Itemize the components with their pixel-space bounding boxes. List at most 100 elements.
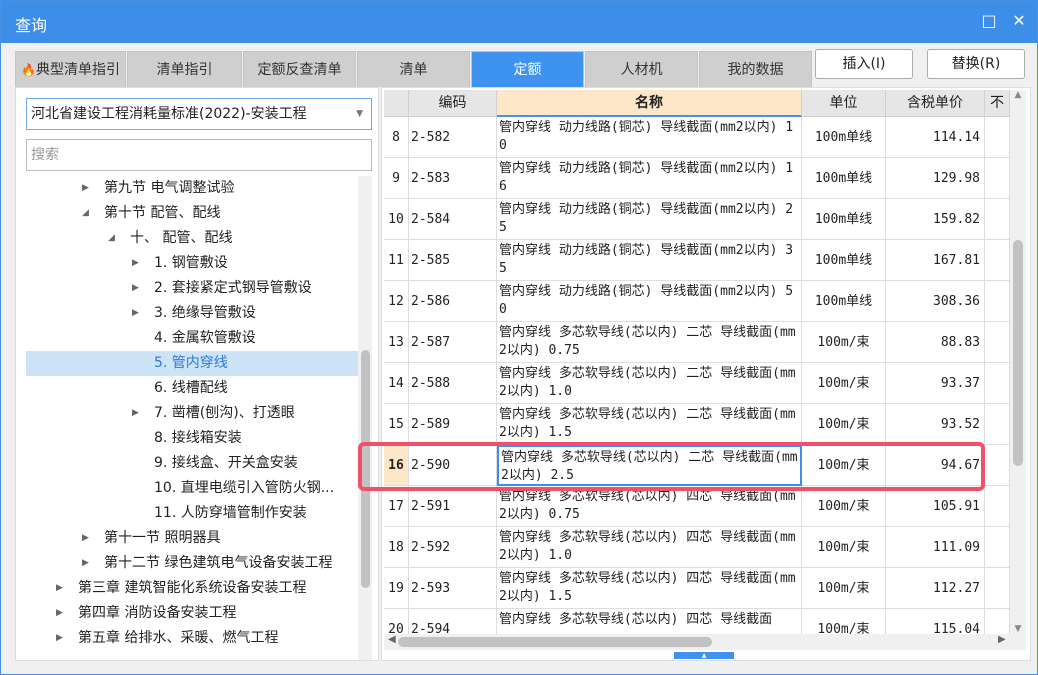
cell-code[interactable]: 2-586 bbox=[409, 281, 497, 322]
expand-icon[interactable]: ▶ bbox=[56, 601, 63, 626]
tab-1[interactable]: 清单指引 bbox=[127, 51, 242, 87]
cell-n[interactable]: 8 bbox=[384, 117, 409, 158]
tree-node[interactable]: 4. 金属软管敷设 bbox=[26, 326, 358, 351]
tab-0[interactable]: 🔥典型清单指引 bbox=[15, 51, 126, 87]
collapse-icon[interactable]: ◢ bbox=[108, 226, 115, 251]
cell-code[interactable]: 2-592 bbox=[409, 527, 497, 568]
tree-node[interactable]: ▶ 3. 绝缘导管敷设 bbox=[26, 301, 358, 326]
expand-icon[interactable]: ▶ bbox=[82, 176, 89, 201]
cell-name[interactable]: 管内穿线 多芯软导线(芯以内) 二芯 导线截面(mm2以内) 1.0 bbox=[497, 363, 802, 404]
cell-code[interactable]: 2-591 bbox=[409, 486, 497, 527]
cell-unit[interactable]: 100m/束 bbox=[802, 322, 886, 363]
expand-icon[interactable]: ▶ bbox=[132, 251, 139, 276]
cell-code[interactable]: 2-583 bbox=[409, 158, 497, 199]
close-icon[interactable]: ✕ bbox=[1007, 9, 1031, 33]
cell-price[interactable]: 93.37 bbox=[886, 363, 985, 404]
collapse-icon[interactable]: ◢ bbox=[82, 201, 89, 226]
cell-n[interactable]: 17 bbox=[384, 486, 409, 527]
tab-5[interactable]: 人材机 bbox=[585, 51, 698, 87]
cell-unit[interactable]: 100m单线 bbox=[802, 158, 886, 199]
cell-name[interactable]: 管内穿线 多芯软导线(芯以内) 四芯 导线截面(mm2以内) 0.75 bbox=[497, 486, 802, 527]
cell-unit[interactable]: 100m/束 bbox=[802, 404, 886, 445]
cell-name[interactable]: 管内穿线 多芯软导线(芯以内) 二芯 导线截面(mm2以内) 1.5 bbox=[497, 404, 802, 445]
expand-icon[interactable]: ▶ bbox=[56, 626, 63, 651]
cell-name[interactable]: 管内穿线 动力线路(铜芯) 导线截面(mm2以内) 25 bbox=[497, 199, 802, 240]
table-hscrollbar[interactable]: ◀ ▶ bbox=[384, 634, 1026, 650]
header-name[interactable]: 名称 bbox=[497, 90, 802, 117]
tree-node[interactable]: ▶ 第五章 给排水、采暖、燃气工程 bbox=[26, 626, 358, 651]
restore-icon[interactable]: □ bbox=[977, 9, 1001, 33]
cell-price[interactable]: 159.82 bbox=[886, 199, 985, 240]
cell-code[interactable]: 2-588 bbox=[409, 363, 497, 404]
tree-node[interactable]: ▶ 2. 套接紧定式钢导管敷设 bbox=[26, 276, 358, 301]
table-vscroll-thumb[interactable] bbox=[1013, 240, 1023, 466]
cell-name[interactable]: 管内穿线 动力线路(铜芯) 导线截面(mm2以内) 10 bbox=[497, 117, 802, 158]
cell-code[interactable]: 2-587 bbox=[409, 322, 497, 363]
tree-node[interactable]: 8. 接线箱安装 bbox=[26, 426, 358, 451]
cell-price[interactable]: 112.27 bbox=[886, 568, 985, 609]
cell-price[interactable]: 93.52 bbox=[886, 404, 985, 445]
scroll-up-icon[interactable]: ▲ bbox=[1010, 90, 1026, 100]
insert-button[interactable]: 插入(I) bbox=[815, 49, 913, 79]
cell-n[interactable]: 14 bbox=[384, 363, 409, 404]
cell-unit[interactable]: 100m单线 bbox=[802, 199, 886, 240]
standard-select[interactable]: 河北省建设工程消耗量标准(2022)-安装工程 ▼ bbox=[26, 98, 372, 130]
cell-n[interactable]: 11 bbox=[384, 240, 409, 281]
cell-price[interactable]: 88.83 bbox=[886, 322, 985, 363]
scroll-right-icon[interactable]: ▶ bbox=[998, 634, 1006, 645]
cell-name[interactable]: 管内穿线 动力线路(铜芯) 导线截面(mm2以内) 50 bbox=[497, 281, 802, 322]
cell-n[interactable]: 10 bbox=[384, 199, 409, 240]
cell-code[interactable]: 2-593 bbox=[409, 568, 497, 609]
expand-icon[interactable]: ▶ bbox=[82, 526, 89, 551]
expand-icon[interactable]: ▶ bbox=[132, 301, 139, 326]
cell-price[interactable]: 167.81 bbox=[886, 240, 985, 281]
cell-name[interactable]: 管内穿线 多芯软导线(芯以内) 二芯 导线截面(mm2以内) 0.75 bbox=[497, 322, 802, 363]
cell-unit[interactable]: 100m/束 bbox=[802, 527, 886, 568]
cell-code[interactable]: 2-585 bbox=[409, 240, 497, 281]
cell-n[interactable]: 18 bbox=[384, 527, 409, 568]
header-extra[interactable]: 不 bbox=[985, 90, 1010, 117]
header-code[interactable]: 编码 bbox=[409, 90, 497, 117]
scroll-down-icon[interactable]: ▼ bbox=[1010, 624, 1026, 634]
tree-node[interactable]: ▶ 1. 钢管敷设 bbox=[26, 251, 358, 276]
tree-node[interactable]: 10. 直埋电缆引入管防火钢... bbox=[26, 476, 358, 501]
tree-node[interactable]: ◢ 第十节 配管、配线 bbox=[26, 201, 358, 226]
cell-name[interactable]: 管内穿线 动力线路(铜芯) 导线截面(mm2以内) 35 bbox=[497, 240, 802, 281]
cell-n[interactable]: 12 bbox=[384, 281, 409, 322]
cell-code[interactable]: 2-582 bbox=[409, 117, 497, 158]
tree-node[interactable]: ▶ 7. 凿槽(刨沟)、打透眼 bbox=[26, 401, 358, 426]
tab-4[interactable]: 定额 bbox=[471, 51, 584, 87]
tab-6[interactable]: 我的数据 bbox=[699, 51, 812, 87]
tree-node[interactable]: 5. 管内穿线 bbox=[26, 351, 358, 376]
cell-name[interactable]: 管内穿线 多芯软导线(芯以内) 四芯 导线截面(mm2以内) 1.5 bbox=[497, 568, 802, 609]
tree-node[interactable]: ▶ 第十二节 绿色建筑电气设备安装工程 bbox=[26, 551, 358, 576]
cell-price[interactable]: 114.14 bbox=[886, 117, 985, 158]
cell-price[interactable]: 105.91 bbox=[886, 486, 985, 527]
table-hscroll-thumb[interactable] bbox=[398, 637, 712, 647]
tree-node[interactable]: ▶ 第四章 消防设备安装工程 bbox=[26, 601, 358, 626]
cell-unit[interactable]: 100m单线 bbox=[802, 117, 886, 158]
expand-icon[interactable]: ▶ bbox=[56, 576, 63, 601]
tree-node[interactable]: ◢ 十、 配管、配线 bbox=[26, 226, 358, 251]
cell-unit[interactable]: 100m/束 bbox=[802, 568, 886, 609]
header-price[interactable]: 含税单价 bbox=[886, 90, 985, 117]
cell-n[interactable]: 9 bbox=[384, 158, 409, 199]
expand-icon[interactable]: ▶ bbox=[132, 276, 139, 301]
tree-scrollbar[interactable] bbox=[358, 176, 372, 660]
cell-price[interactable]: 111.09 bbox=[886, 527, 985, 568]
tab-3[interactable]: 清单 bbox=[357, 51, 470, 87]
tree-node[interactable]: ▶ 第九节 电气调整试验 bbox=[26, 176, 358, 201]
splitter-toggle[interactable]: ▲ bbox=[674, 652, 734, 659]
expand-icon[interactable]: ▶ bbox=[132, 401, 139, 426]
cell-n[interactable]: 13 bbox=[384, 322, 409, 363]
search-input[interactable]: 搜索 bbox=[26, 139, 372, 171]
cell-unit[interactable]: 100m单线 bbox=[802, 240, 886, 281]
cell-price[interactable]: 308.36 bbox=[886, 281, 985, 322]
tree-node[interactable]: 11. 人防穿墙管制作安装 bbox=[26, 501, 358, 526]
tab-2[interactable]: 定额反查清单 bbox=[243, 51, 356, 87]
cell-unit[interactable]: 100m/束 bbox=[802, 486, 886, 527]
cell-name[interactable]: 管内穿线 多芯软导线(芯以内) 四芯 导线截面(mm2以内) 1.0 bbox=[497, 527, 802, 568]
title-bar[interactable]: 查询 □ ✕ bbox=[1, 1, 1037, 43]
cell-n[interactable]: 19 bbox=[384, 568, 409, 609]
cell-code[interactable]: 2-589 bbox=[409, 404, 497, 445]
